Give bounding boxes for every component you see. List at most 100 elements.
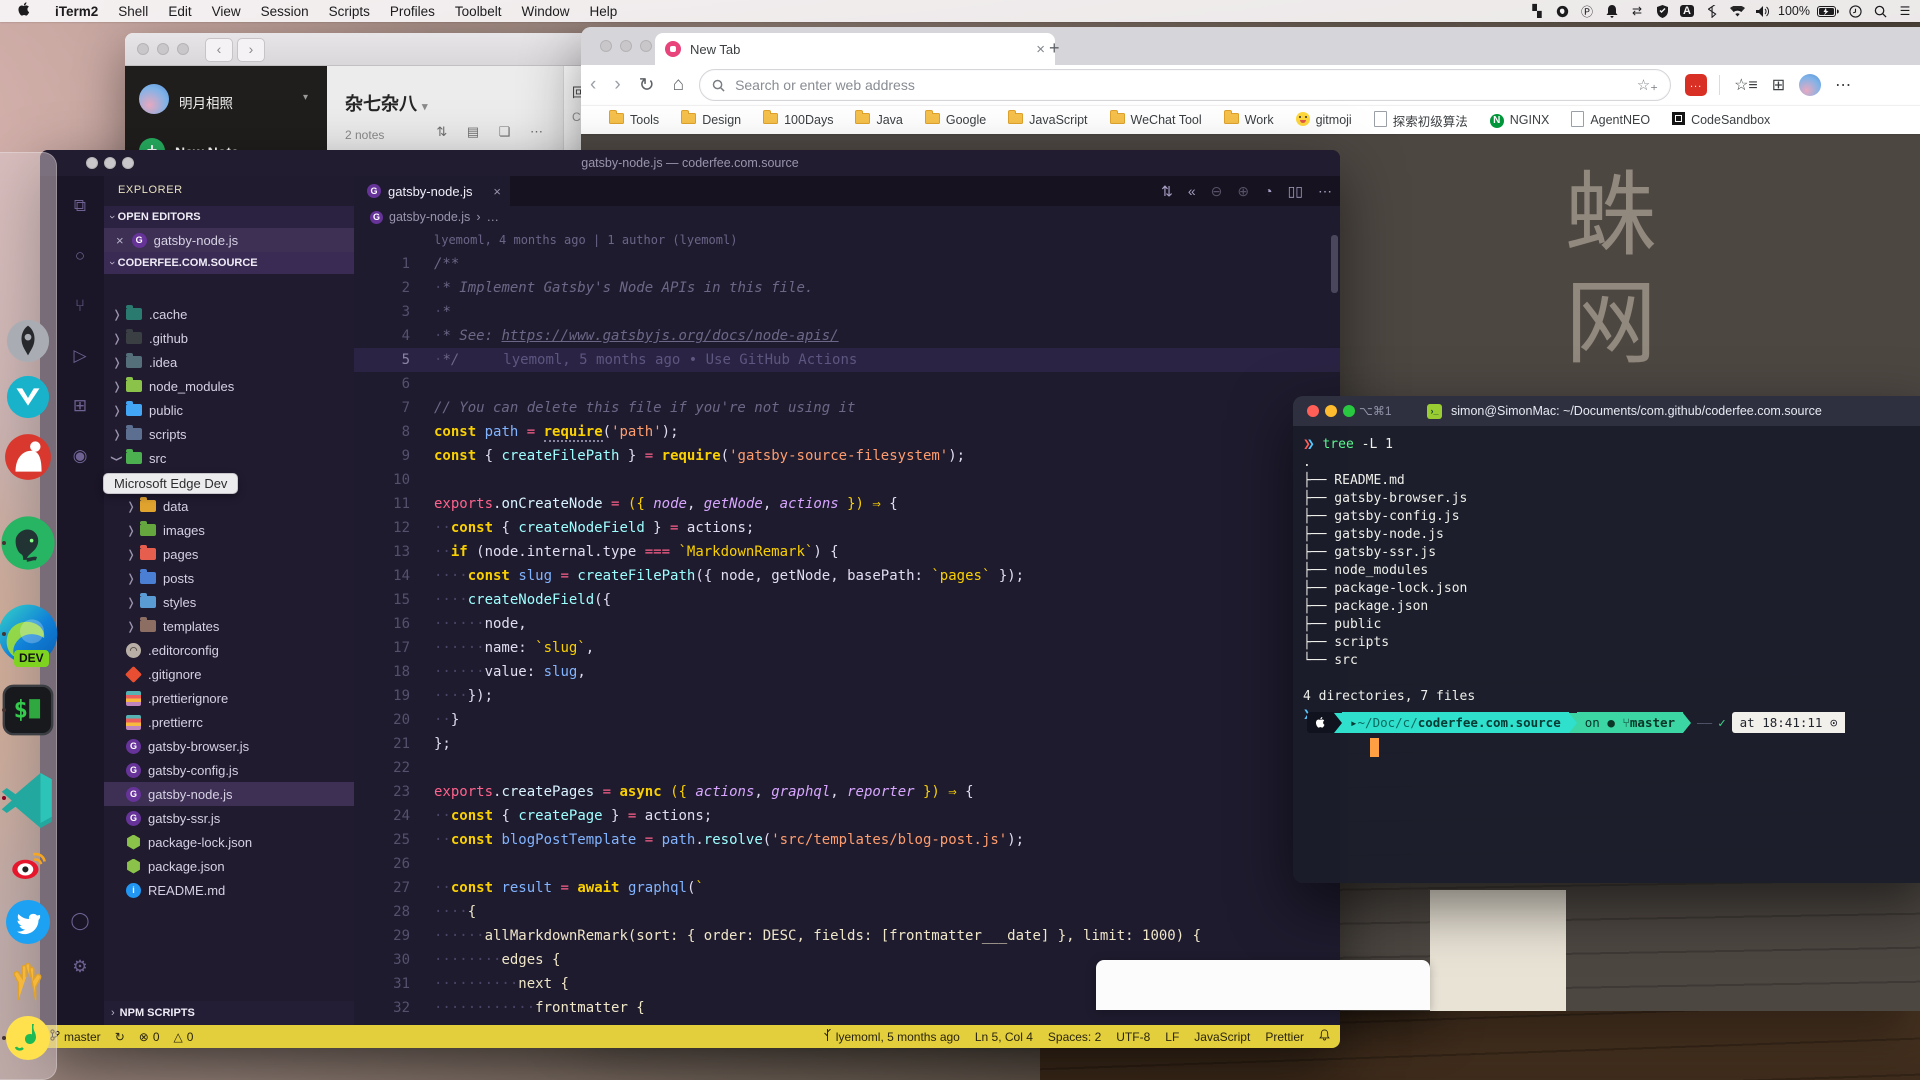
- status-Prettier[interactable]: Prettier: [1265, 1030, 1304, 1044]
- menu-item-scripts[interactable]: Scripts: [319, 4, 380, 19]
- previous-change-icon[interactable]: ⊖: [1211, 183, 1223, 200]
- close-icon[interactable]: ×: [116, 233, 124, 248]
- wifi-icon[interactable]: [1728, 0, 1746, 22]
- dock-item-launchpad-rocket[interactable]: [5, 318, 51, 369]
- evernote-icon[interactable]: [1553, 0, 1571, 22]
- settings-more-icon[interactable]: ⋯: [1835, 75, 1851, 95]
- dock-item-v-app[interactable]: [5, 374, 51, 425]
- status-UTF-8[interactable]: UTF-8: [1116, 1030, 1150, 1044]
- bookmark-item[interactable]: NNGINX: [1490, 112, 1550, 128]
- bookmark-item[interactable]: AgentNEO: [1571, 111, 1650, 130]
- tree-item-.github[interactable]: ❭.github: [104, 326, 354, 350]
- tree-item-.prettierignore[interactable]: .prettierignore: [104, 686, 354, 710]
- menu-item-toolbelt[interactable]: Toolbelt: [445, 4, 512, 19]
- tree-item-.idea[interactable]: ❭.idea: [104, 350, 354, 374]
- terminal-titlebar[interactable]: ⌥⌘1 ›_ simon@SimonMac: ~/Documents/com.g…: [1293, 396, 1920, 426]
- open-editor-item[interactable]: × G gatsby-node.js: [104, 228, 354, 252]
- minimize-button[interactable]: [104, 157, 116, 169]
- open-editors-header[interactable]: ›OPEN EDITORS: [104, 206, 354, 228]
- split-editor-icon[interactable]: ▯▯: [1288, 183, 1303, 200]
- more-actions-icon[interactable]: ⋯: [1318, 183, 1332, 200]
- code-editor[interactable]: lyemoml, 4 months ago | 1 author (lyemom…: [354, 228, 1340, 1025]
- parallels-icon[interactable]: Ⓟ: [1578, 0, 1596, 22]
- favorites-icon[interactable]: ☆≡: [1734, 75, 1758, 95]
- battery-icon[interactable]: [1817, 0, 1839, 22]
- settings-gear-icon[interactable]: ⚙: [68, 955, 92, 979]
- tree-item-images[interactable]: ❭images: [104, 518, 354, 542]
- terminal-output[interactable]: ❯❯ tree -L 1.├── README.md├── gatsby-bro…: [1293, 426, 1920, 724]
- menu-item-profiles[interactable]: Profiles: [380, 4, 445, 19]
- menu-item-session[interactable]: Session: [251, 4, 319, 19]
- tab-close-icon[interactable]: ×: [493, 184, 501, 199]
- search-icon[interactable]: ○: [68, 244, 92, 268]
- close-button[interactable]: [1307, 405, 1319, 417]
- tree-item-.editorconfig[interactable]: ◠.editorconfig: [104, 638, 354, 662]
- navigate-back-icon[interactable]: «: [1188, 183, 1196, 199]
- breadcrumb[interactable]: G gatsby-node.js›…: [354, 206, 1340, 228]
- spotlight-search-icon[interactable]: [1871, 0, 1889, 22]
- apple-icon[interactable]: [18, 2, 31, 20]
- extensions-icon[interactable]: ⊞: [68, 394, 92, 418]
- dock-item-iterm[interactable]: $: [0, 681, 57, 744]
- accounts-icon[interactable]: ◯: [68, 909, 92, 933]
- dock-item-vscode[interactable]: [0, 768, 58, 833]
- window-grid-icon[interactable]: ▚: [1528, 0, 1546, 22]
- source-control-icon[interactable]: ⑂: [68, 294, 92, 318]
- close-button[interactable]: [86, 157, 98, 169]
- menu-item-shell[interactable]: Shell: [108, 4, 158, 19]
- time-machine-icon[interactable]: [1846, 0, 1864, 22]
- tree-item-gatsby-node.js[interactable]: Ggatsby-node.js: [104, 782, 354, 806]
- status-lyemoml, 5 months ago[interactable]: lyemoml, 5 months ago: [823, 1029, 960, 1044]
- next-change-icon[interactable]: ⊕: [1237, 183, 1249, 200]
- status-JavaScript[interactable]: JavaScript: [1194, 1030, 1250, 1044]
- volume-icon[interactable]: [1753, 0, 1771, 22]
- dock-item-qq-music[interactable]: [4, 1014, 52, 1067]
- status-branch-icon[interactable]: master: [50, 1029, 101, 1044]
- back-icon[interactable]: ‹: [590, 74, 596, 96]
- bookmark-item[interactable]: 探索初级算法: [1374, 111, 1468, 130]
- tree-item-.prettierrc[interactable]: .prettierrc: [104, 710, 354, 734]
- tree-item-public[interactable]: ❭public: [104, 398, 354, 422]
- menu-item-help[interactable]: Help: [579, 4, 627, 19]
- bookmark-item[interactable]: gitmoji: [1296, 112, 1352, 129]
- dock-item-love-gesture[interactable]: [5, 958, 51, 1009]
- tree-item-posts[interactable]: ❭posts: [104, 566, 354, 590]
- notification-bell-icon[interactable]: [1603, 0, 1621, 22]
- bookmark-item[interactable]: Design: [681, 113, 741, 127]
- tree-item-styles[interactable]: ❭styles: [104, 590, 354, 614]
- tree-item-gatsby-browser.js[interactable]: Ggatsby-browser.js: [104, 734, 354, 758]
- collections-icon[interactable]: ⊞: [1772, 75, 1785, 95]
- tree-item-.cache[interactable]: ❭.cache: [104, 302, 354, 326]
- swap-arrows-icon[interactable]: ⇄: [1628, 0, 1646, 22]
- gitlens-history-icon[interactable]: ◔: [1264, 183, 1272, 199]
- folder-section-header[interactable]: ›CODERFEE.COM.SOURCE: [104, 252, 354, 274]
- debug-icon[interactable]: ▷: [68, 344, 92, 368]
- bookmark-item[interactable]: Work: [1224, 113, 1274, 127]
- close-button[interactable]: [137, 43, 149, 55]
- avatar[interactable]: [139, 84, 169, 114]
- bluetooth-icon[interactable]: [1703, 0, 1721, 22]
- compare-changes-icon[interactable]: ⇅: [1161, 183, 1173, 200]
- dock-item-evernote[interactable]: [0, 514, 57, 577]
- close-button[interactable]: [600, 40, 612, 52]
- tree-item-pages[interactable]: ❭pages: [104, 542, 354, 566]
- address-bar[interactable]: Search or enter web address ☆₊: [699, 69, 1671, 101]
- tree-item-README.md[interactable]: iREADME.md: [104, 878, 354, 902]
- dock-item-weibo[interactable]: [7, 844, 49, 891]
- menu-item-edit[interactable]: Edit: [158, 4, 201, 19]
- editor-scrollbar[interactable]: [1331, 235, 1338, 293]
- zoom-button[interactable]: [1343, 405, 1355, 417]
- tree-item-scripts[interactable]: ❭scripts: [104, 422, 354, 446]
- zoom-button[interactable]: [640, 40, 652, 52]
- tree-item-templates[interactable]: ❭templates: [104, 614, 354, 638]
- tree-item-package-lock.json[interactable]: package-lock.json: [104, 830, 354, 854]
- bookmark-item[interactable]: Java: [855, 113, 902, 127]
- minimize-button[interactable]: [1325, 405, 1337, 417]
- add-favorite-icon[interactable]: ☆₊: [1637, 76, 1658, 94]
- notebook-title[interactable]: 杂七杂八 ▾: [345, 90, 428, 116]
- explorer-icon[interactable]: ⧉: [68, 194, 92, 218]
- bookmark-item[interactable]: Tools: [609, 113, 659, 127]
- refresh-icon[interactable]: ↻: [639, 74, 655, 97]
- status-errors-icon[interactable]: ⊗0: [139, 1030, 160, 1044]
- npm-scripts-header[interactable]: ›NPM SCRIPTS: [104, 1001, 354, 1025]
